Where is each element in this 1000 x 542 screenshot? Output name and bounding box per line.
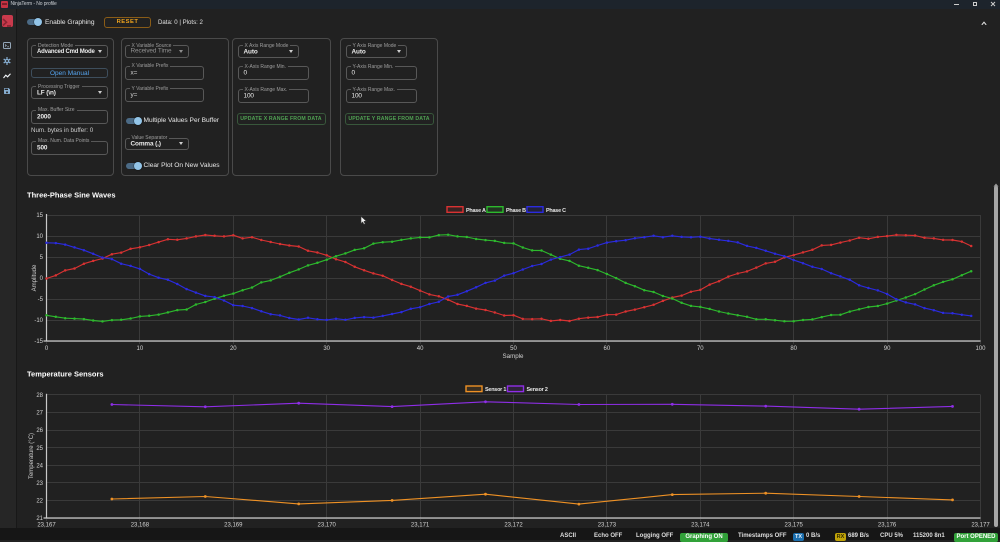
svg-text:Temperature Sensors: Temperature Sensors [27,370,104,379]
svg-text:Sensor 1: Sensor 1 [485,387,506,393]
svg-text:40: 40 [417,346,424,352]
svg-text:21: 21 [36,516,43,522]
svg-text:100: 100 [975,346,986,352]
svg-text:Phase B: Phase B [506,208,526,214]
svg-text:0: 0 [40,276,44,282]
svg-text:Phase A: Phase A [466,208,486,214]
svg-text:-15: -15 [34,339,43,345]
svg-text:80: 80 [790,346,797,352]
svg-text:26: 26 [36,428,43,434]
svg-text:28: 28 [36,393,43,399]
svg-text:60: 60 [604,346,611,352]
svg-text:-10: -10 [34,318,43,324]
svg-text:Phase C: Phase C [546,208,566,214]
svg-text:Temperature (°C): Temperature (°C) [29,433,35,479]
svg-text:23: 23 [36,481,43,487]
svg-text:25: 25 [36,446,43,452]
svg-text:Amplitude: Amplitude [32,264,38,291]
svg-text:0: 0 [45,346,49,352]
svg-text:50: 50 [510,346,517,352]
svg-text:70: 70 [697,346,704,352]
svg-text:10: 10 [36,234,43,240]
svg-text:Sensor 2: Sensor 2 [527,387,548,393]
svg-text:27: 27 [36,411,43,417]
svg-text:10: 10 [137,346,144,352]
svg-text:Three-Phase Sine Waves: Three-Phase Sine Waves [27,191,116,200]
svg-text:-5: -5 [38,297,44,303]
svg-text:20: 20 [230,346,237,352]
svg-text:24: 24 [36,463,43,469]
svg-text:5: 5 [40,255,44,261]
svg-text:Sample: Sample [503,353,525,360]
svg-text:15: 15 [36,213,43,219]
svg-text:30: 30 [323,346,330,352]
svg-text:90: 90 [884,346,891,352]
svg-text:22: 22 [36,499,43,505]
